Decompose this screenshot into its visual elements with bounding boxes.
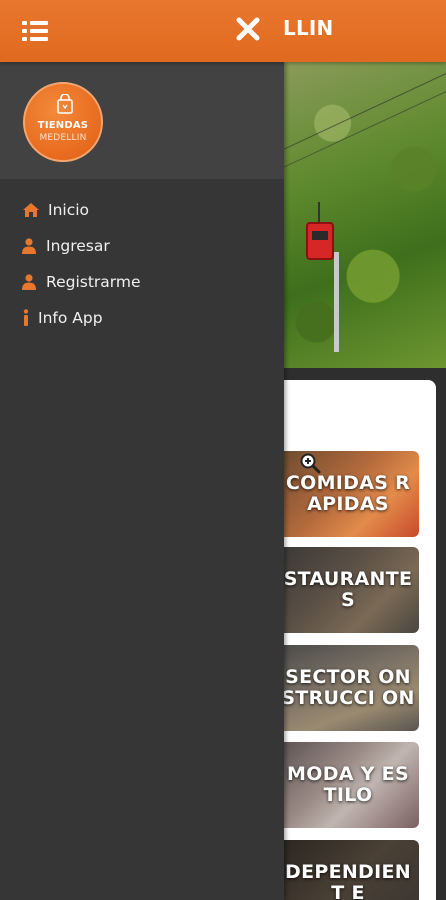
tiendas-medellin-logo: TIENDAS MEDELLIN xyxy=(23,82,103,162)
app-title: LLIN xyxy=(283,16,334,40)
category-label: MODA Y ESTILO xyxy=(287,763,409,806)
drawer-menu: Inicio Ingresar Registrarme Info App xyxy=(0,192,284,336)
shopping-bag-icon xyxy=(57,94,73,114)
close-icon[interactable] xyxy=(235,16,261,42)
user-icon xyxy=(22,273,36,291)
home-icon xyxy=(22,201,40,219)
menu-item-label: Inicio xyxy=(48,201,90,219)
app-bar: LLIN xyxy=(0,0,446,62)
drawer-header: TIENDAS MEDELLIN xyxy=(0,62,284,179)
menu-item-registrarme[interactable]: Registrarme xyxy=(0,264,284,300)
menu-item-info-app[interactable]: Info App xyxy=(0,300,284,336)
menu-item-label: Ingresar xyxy=(46,237,110,255)
category-card-sector-construccion[interactable]: SECTOR ONSTRUCCI ON xyxy=(277,645,419,731)
category-label: STAURANTE S xyxy=(283,568,413,611)
menu-item-label: Info App xyxy=(38,309,103,327)
info-icon xyxy=(22,309,30,327)
category-card-independiente[interactable]: DEPENDIENT E xyxy=(277,840,419,900)
menu-item-ingresar[interactable]: Ingresar xyxy=(0,228,284,264)
category-label: DEPENDIENT E xyxy=(285,861,411,900)
menu-item-inicio[interactable]: Inicio xyxy=(0,192,284,228)
logo-text-tiendas: TIENDAS xyxy=(37,120,89,131)
category-card-restaurantes[interactable]: STAURANTE S xyxy=(277,547,419,633)
category-card-moda-y-estilo[interactable]: MODA Y ESTILO xyxy=(277,742,419,828)
zoom-in-icon[interactable] xyxy=(299,452,321,474)
logo-text-medellin: MEDELLIN xyxy=(39,133,87,143)
hero-image xyxy=(284,62,446,368)
list-menu-icon[interactable] xyxy=(22,20,48,42)
navigation-drawer: TIENDAS MEDELLIN Inicio Ingresar Registr… xyxy=(0,62,284,900)
user-icon xyxy=(22,237,36,255)
menu-item-label: Registrarme xyxy=(46,273,141,291)
category-label: SECTOR ONSTRUCCI ON xyxy=(281,666,415,709)
